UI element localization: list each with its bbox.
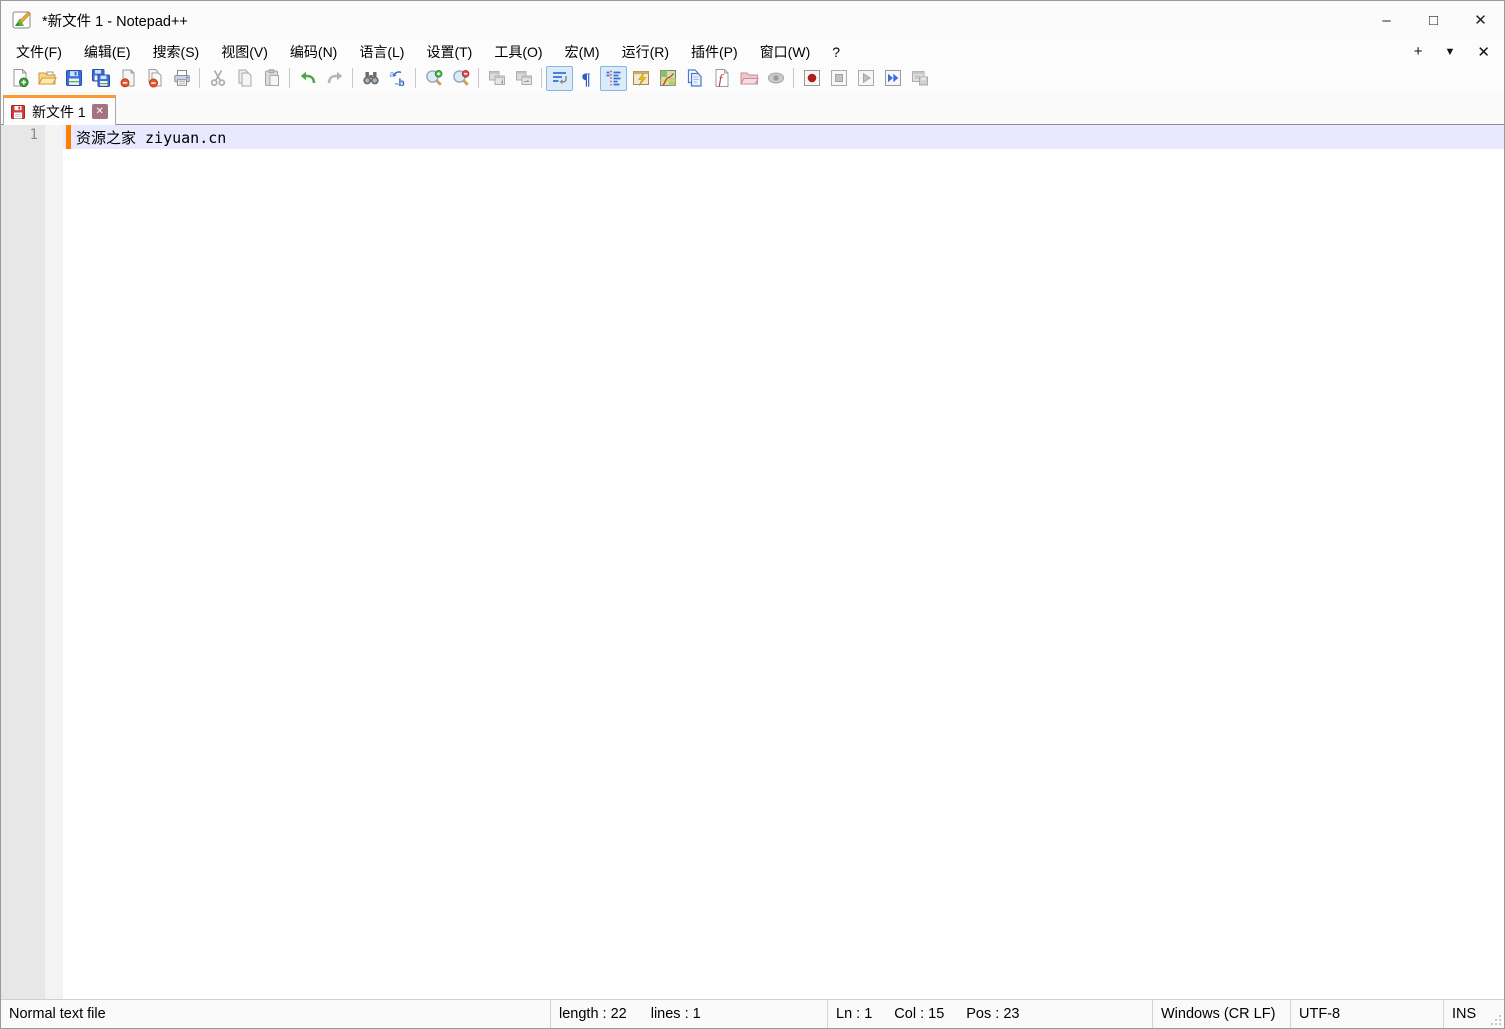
toolbar: ab ¶	[1, 64, 1504, 92]
macro-play-icon[interactable]	[852, 66, 879, 91]
toolbar-separator	[541, 68, 542, 88]
macro-save-icon[interactable]	[906, 66, 933, 91]
redo-icon[interactable]	[321, 66, 348, 91]
toolbar-separator	[352, 68, 353, 88]
svg-text:¶: ¶	[581, 70, 590, 89]
code-line-1[interactable]: 资源之家 ziyuan.cn	[63, 125, 1504, 149]
new-file-icon[interactable]	[6, 66, 33, 91]
notepadpp-window: *新文件 1 - Notepad++ – □ ✕ 文件(F) 编辑(E) 搜索(…	[0, 0, 1505, 1029]
length-label: length : 22	[559, 1006, 627, 1022]
line-number[interactable]: 1	[1, 125, 45, 999]
encoding-label: UTF-8	[1299, 1006, 1340, 1022]
column-position-label: Col : 15	[894, 1006, 944, 1022]
sync-horizontal-scroll-icon[interactable]	[510, 66, 537, 91]
resize-grip-icon[interactable]	[1488, 1000, 1504, 1028]
close-file-icon[interactable]	[114, 66, 141, 91]
word-wrap-icon[interactable]	[546, 66, 573, 91]
close-all-icon[interactable]	[141, 66, 168, 91]
eol-label: Windows (CR LF)	[1161, 1006, 1275, 1022]
fold-margin[interactable]	[45, 125, 63, 999]
menu-tools[interactable]: 工具(O)	[483, 40, 553, 64]
define-language-icon[interactable]	[627, 66, 654, 91]
close-window-button[interactable]: ✕	[1457, 1, 1504, 39]
menu-window[interactable]: 窗口(W)	[749, 40, 822, 64]
find-icon[interactable]	[357, 66, 384, 91]
macro-record-icon[interactable]	[798, 66, 825, 91]
toolbar-separator	[793, 68, 794, 88]
status-length-lines[interactable]: length : 22 lines : 1	[551, 1000, 828, 1028]
menu-run[interactable]: 运行(R)	[611, 40, 680, 64]
replace-icon[interactable]: ab	[384, 66, 411, 91]
line-text[interactable]: 资源之家 ziyuan.cn	[76, 127, 226, 148]
menu-file[interactable]: 文件(F)	[5, 40, 73, 64]
tab-label: 新文件 1	[32, 102, 86, 122]
tab-close-icon[interactable]: ✕	[92, 104, 108, 119]
paste-icon[interactable]	[258, 66, 285, 91]
menu-search[interactable]: 搜索(S)	[142, 40, 211, 64]
show-indent-guide-icon[interactable]	[600, 66, 627, 91]
menu-bar: 文件(F) 编辑(E) 搜索(S) 视图(V) 编码(N) 语言(L) 设置(T…	[1, 39, 1504, 64]
line-position-label: Ln : 1	[836, 1006, 872, 1022]
menu-settings[interactable]: 设置(T)	[415, 40, 483, 64]
menu-macro[interactable]: 宏(M)	[554, 40, 611, 64]
doc-type-label: Normal text file	[9, 1006, 106, 1022]
function-list-icon[interactable]: f	[708, 66, 735, 91]
toolbar-separator	[415, 68, 416, 88]
show-all-characters-icon[interactable]: ¶	[573, 66, 600, 91]
toolbar-separator	[199, 68, 200, 88]
new-tab-icon[interactable]: +	[1414, 43, 1423, 60]
status-encoding[interactable]: UTF-8	[1291, 1000, 1444, 1028]
line-number-gutter[interactable]: 1	[1, 125, 63, 999]
save-file-icon[interactable]	[60, 66, 87, 91]
zoom-in-icon[interactable]	[420, 66, 447, 91]
tab-bar-controls: + ▼ ✕	[1414, 43, 1490, 61]
sync-vertical-scroll-icon[interactable]	[483, 66, 510, 91]
zoom-out-icon[interactable]	[447, 66, 474, 91]
window-title: *新文件 1 - Notepad++	[42, 10, 188, 31]
menu-language[interactable]: 语言(L)	[348, 40, 415, 64]
modified-line-marker	[66, 125, 71, 149]
folder-as-workspace-icon[interactable]	[735, 66, 762, 91]
document-list-icon[interactable]	[681, 66, 708, 91]
print-icon[interactable]	[168, 66, 195, 91]
menu-plugins[interactable]: 插件(P)	[680, 40, 749, 64]
menu-edit[interactable]: 编辑(E)	[73, 40, 142, 64]
toolbar-separator	[478, 68, 479, 88]
menu-view[interactable]: 视图(V)	[210, 40, 279, 64]
insert-mode-label: INS	[1452, 1006, 1476, 1022]
status-insert-mode[interactable]: INS	[1444, 1000, 1488, 1028]
title-bar: *新文件 1 - Notepad++ – □ ✕	[1, 1, 1504, 39]
menu-help[interactable]: ?	[821, 42, 851, 62]
monitoring-icon[interactable]	[762, 66, 789, 91]
document-map-icon[interactable]	[654, 66, 681, 91]
copy-icon[interactable]	[231, 66, 258, 91]
maximize-button[interactable]: □	[1410, 1, 1457, 39]
open-file-icon[interactable]	[33, 66, 60, 91]
toolbar-separator	[289, 68, 290, 88]
window-controls: – □ ✕	[1363, 1, 1504, 39]
tab-new-file-1[interactable]: 新文件 1 ✕	[3, 95, 116, 125]
notepadpp-app-icon	[11, 9, 33, 31]
menu-encoding[interactable]: 编码(N)	[279, 40, 348, 64]
status-cursor-position[interactable]: Ln : 1 Col : 15 Pos : 23	[828, 1000, 1153, 1028]
status-doc-type: Normal text file	[1, 1000, 551, 1028]
status-eol-format[interactable]: Windows (CR LF)	[1153, 1000, 1291, 1028]
undo-icon[interactable]	[294, 66, 321, 91]
char-position-label: Pos : 23	[966, 1006, 1019, 1022]
text-editing-area[interactable]: 资源之家 ziyuan.cn	[63, 125, 1504, 999]
document-tab-bar: 新文件 1 ✕	[1, 92, 1504, 125]
status-bar: Normal text file length : 22 lines : 1 L…	[1, 999, 1504, 1028]
tab-list-icon[interactable]: ▼	[1445, 46, 1456, 58]
editor-area: 1 资源之家 ziyuan.cn	[1, 125, 1504, 999]
macro-run-multiple-icon[interactable]	[879, 66, 906, 91]
unsaved-file-icon	[10, 104, 26, 120]
minimize-button[interactable]: –	[1363, 1, 1410, 39]
macro-stop-icon[interactable]	[825, 66, 852, 91]
cut-icon[interactable]	[204, 66, 231, 91]
close-tab-icon[interactable]: ✕	[1477, 43, 1490, 61]
lines-label: lines : 1	[651, 1006, 701, 1022]
save-all-icon[interactable]	[87, 66, 114, 91]
